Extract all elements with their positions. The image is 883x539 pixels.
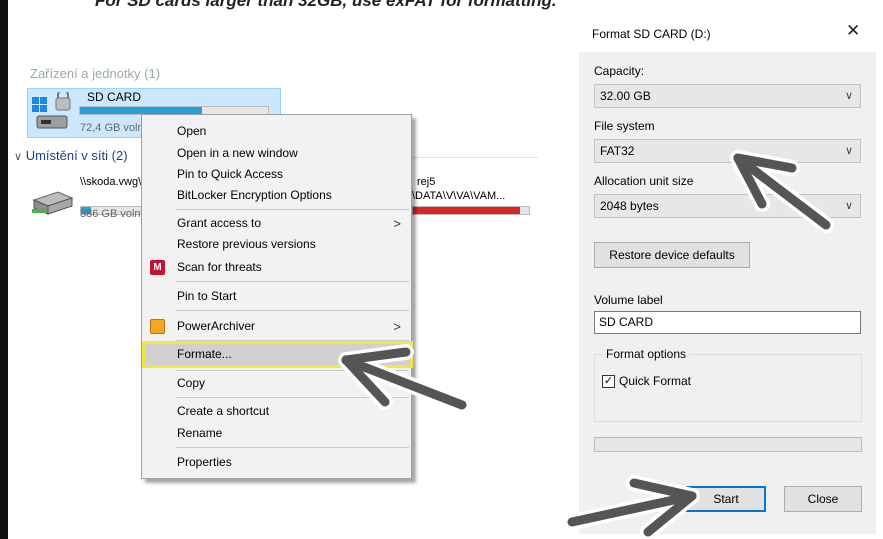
arrow-to-start xyxy=(564,475,700,539)
annotation-arrows xyxy=(338,150,834,539)
arrow-to-format xyxy=(338,344,470,413)
arrow-to-filesystem xyxy=(730,150,834,233)
